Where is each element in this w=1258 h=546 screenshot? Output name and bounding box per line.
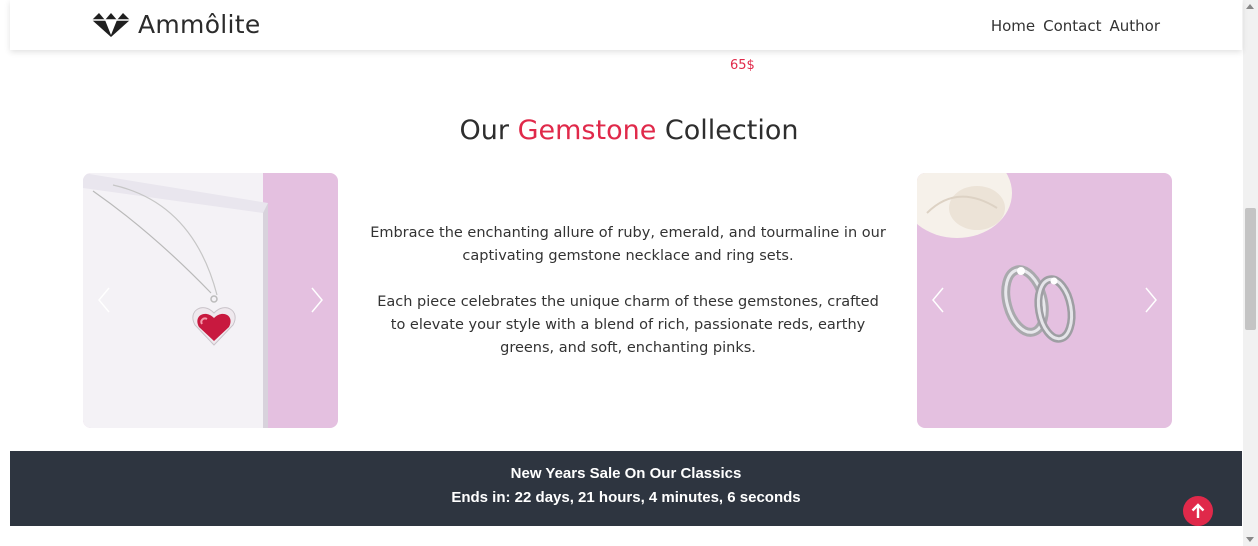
collection-description: Embrace the enchanting allure of ruby, e… xyxy=(368,222,888,360)
title-accent: Gemstone xyxy=(517,115,657,146)
nav-links: Home Contact Author xyxy=(991,17,1160,35)
title-part-1: Our xyxy=(459,115,518,146)
scroll-up-arrow-icon[interactable] xyxy=(1246,4,1254,9)
back-to-top-button[interactable] xyxy=(1183,496,1213,526)
description-paragraph-2: Each piece celebrates the unique charm o… xyxy=(377,294,879,356)
sale-banner: New Years Sale On Our Classics Ends in: … xyxy=(10,451,1242,526)
chevron-left-icon xyxy=(932,287,944,313)
chevron-right-icon xyxy=(1145,287,1157,313)
carousel-left xyxy=(83,173,338,428)
title-part-2: Collection xyxy=(656,115,799,146)
carousel-left-next[interactable] xyxy=(302,285,332,315)
nav-link-home[interactable]: Home xyxy=(991,17,1035,35)
navbar: Ammôlite Home Contact Author xyxy=(10,0,1242,50)
nav-link-author[interactable]: Author xyxy=(1109,17,1160,35)
carousel-right-next[interactable] xyxy=(1136,285,1166,315)
description-paragraph-1: Embrace the enchanting allure of ruby, e… xyxy=(370,225,886,264)
carousel-left-prev[interactable] xyxy=(89,285,119,315)
page-scrollbar[interactable] xyxy=(1243,0,1258,546)
chevron-right-icon xyxy=(311,287,323,313)
product-price: 65$ xyxy=(730,58,755,73)
carousel-right-prev[interactable] xyxy=(923,285,953,315)
necklace-photo xyxy=(83,173,338,428)
rings-photo xyxy=(917,173,1172,428)
scroll-thumb[interactable] xyxy=(1245,208,1256,330)
diamond-icon xyxy=(92,13,130,37)
sale-countdown: Ends in: 22 days, 21 hours, 4 minutes, 6… xyxy=(451,489,801,506)
sale-title: New Years Sale On Our Classics xyxy=(510,465,742,482)
brand-logo[interactable]: Ammôlite xyxy=(90,9,261,39)
section-title: Our Gemstone Collection xyxy=(0,115,1258,146)
chevron-left-icon xyxy=(98,287,110,313)
arrow-up-icon xyxy=(1191,503,1205,518)
carousel-right xyxy=(917,173,1172,428)
brand-name: Ammôlite xyxy=(138,9,261,39)
content-below-peek xyxy=(555,540,695,546)
nav-link-contact[interactable]: Contact xyxy=(1043,17,1101,35)
scroll-down-arrow-icon[interactable] xyxy=(1246,537,1254,542)
